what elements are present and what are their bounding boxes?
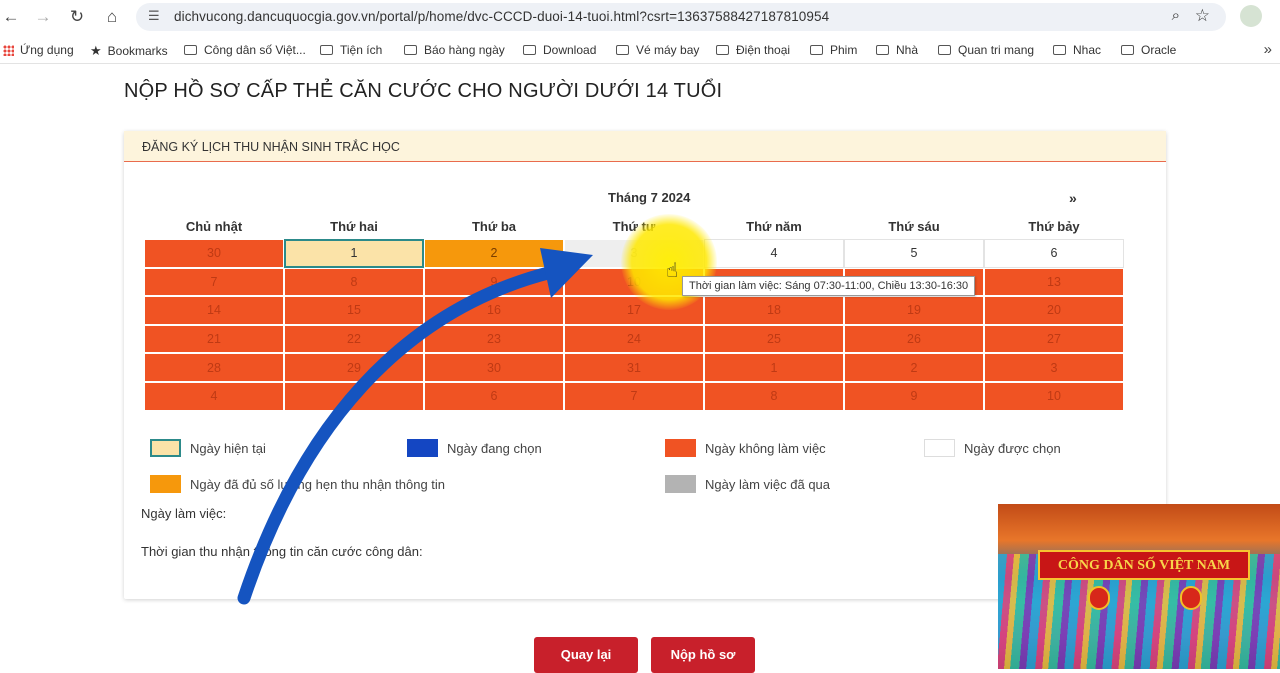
overlay-banner: CÔNG DÂN SỐ VIỆT NAM	[1038, 550, 1250, 580]
overlay-banner-text: CÔNG DÂN SỐ VIỆT NAM	[1057, 558, 1231, 573]
police-emblem-icon	[1180, 586, 1202, 610]
video-overlay: CÔNG DÂN SỐ VIỆT NAM	[998, 504, 1280, 669]
national-emblem-icon	[1088, 586, 1110, 610]
